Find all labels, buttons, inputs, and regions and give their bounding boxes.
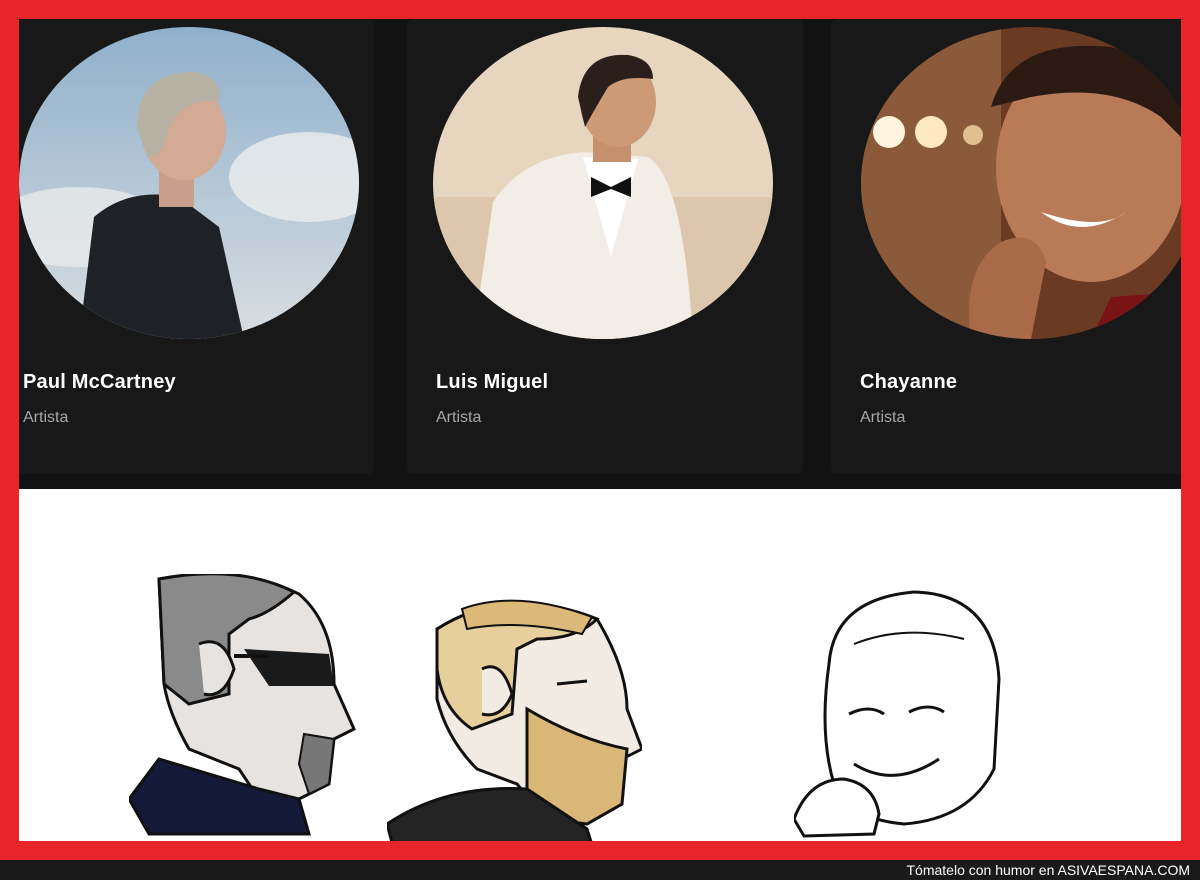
artist-photo-icon [861,27,1181,339]
artist-avatar [19,27,359,339]
smiling-wojak-icon [794,590,1001,838]
artist-panel: Paul McCartney Artista Luis Miguel Artis… [19,19,1181,489]
artist-avatar [861,27,1181,339]
artist-photo-icon [19,27,359,339]
artist-name[interactable]: Luis Miguel [436,371,548,394]
artist-name[interactable]: Paul McCartney [23,371,176,394]
sunglasses-chad-icon [129,574,356,836]
watermark-text: Tómatelo con humor en ASIVAESPANA.COM [907,862,1191,878]
artist-card-paul-mccartney[interactable]: Paul McCartney Artista [19,19,374,474]
artist-type-label: Artista [23,409,69,426]
watermark-caption: Tómatelo con humor en [906,862,1055,878]
artist-card-chayanne[interactable]: Chayanne Artista [831,19,1181,474]
meme-image: Paul McCartney Artista Luis Miguel Artis… [19,19,1181,841]
red-frame: Paul McCartney Artista Luis Miguel Artis… [0,0,1200,860]
watermark-brand[interactable]: ASIVAESPANA.COM [1057,862,1190,878]
artist-card-luis-miguel[interactable]: Luis Miguel Artista [407,19,803,474]
artist-name[interactable]: Chayanne [860,371,957,394]
watermark-bar: Tómatelo con humor en ASIVAESPANA.COM [0,860,1200,880]
artist-avatar [433,27,773,339]
meme-drawings [19,489,1181,841]
artist-type-label: Artista [860,409,906,426]
blonde-bearded-chad-icon [387,599,642,841]
artist-type-label: Artista [436,409,482,426]
artist-photo-icon [433,27,773,339]
